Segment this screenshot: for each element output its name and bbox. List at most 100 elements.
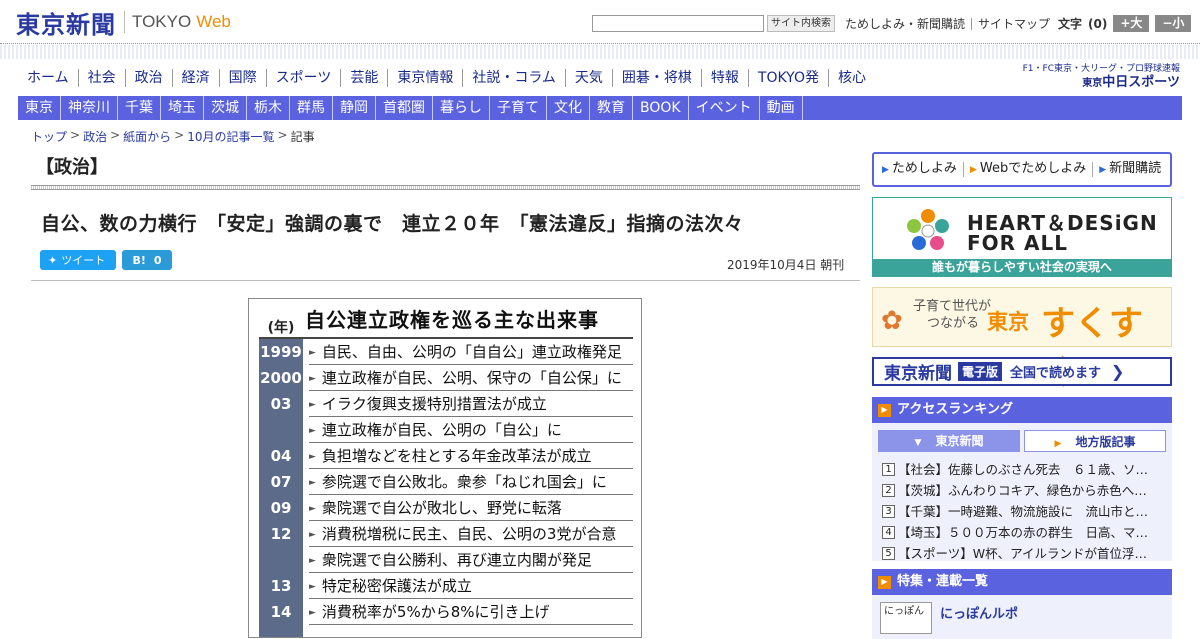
ranking-title: アクセスランキング (897, 402, 1013, 417)
subnav-saitama[interactable]: 埼玉 (161, 96, 204, 120)
logo-web: Web (196, 12, 231, 31)
nav-editorials[interactable]: 社説・コラム (462, 69, 565, 87)
ranking-item[interactable]: 3 【千葉】一時避難、物流施設に 流山市と… (882, 501, 1164, 522)
digital-edition-banner[interactable]: 東京新聞 電子版 全国で読めます ❯ (872, 357, 1172, 386)
site-logo[interactable]: 東京新聞 TOKYO Web (16, 8, 231, 39)
sitemap-link[interactable]: サイトマップ (971, 17, 1050, 30)
subnav-book[interactable]: BOOK (633, 96, 689, 120)
timeline-event: ► 自民、自由、公明の「自自公」連立政権発足 (309, 339, 633, 365)
nav-entertainment[interactable]: 芸能 (340, 69, 387, 87)
tab-tokyo-shimbun[interactable]: ▼ 東京新聞 (878, 430, 1020, 452)
timeline-event: ► 特定秘密保護法が成立 (309, 573, 633, 599)
feature-link[interactable]: にっぽんルポ (940, 603, 1018, 622)
digital-edition-badge: 電子版 (958, 362, 1003, 381)
timeline-year: 13 (270, 577, 292, 595)
triangle-right-icon: ▶ (969, 165, 977, 175)
regional-nav: 東京 神奈川 千葉 埼玉 茨城 栃木 群馬 静岡 首都圏 暮らし 子育て 文化 … (18, 96, 1182, 120)
text-enlarge-button[interactable]: +大 (1113, 15, 1150, 32)
heart-design-subtitle: FOR ALL (967, 231, 1068, 255)
arrow-right-icon: ► (309, 556, 316, 566)
ranking-item[interactable]: 2 【茨城】ふんわりコキア、緑色から赤色へ… (882, 480, 1164, 501)
site-header: 東京新聞 TOKYO Web サイト内検索 ためしよみ・新聞購読 サイトマップ … (0, 0, 1200, 44)
nav-tokyo-hatsu[interactable]: TOKYO発 (747, 69, 828, 87)
subnav-ibaraki[interactable]: 茨城 (204, 96, 247, 120)
trial-read-link[interactable]: ▶ ためしよみ (882, 162, 963, 177)
subnav-event[interactable]: イベント (689, 96, 760, 120)
hatena-bookmark-button[interactable]: B! 0 (122, 250, 172, 270)
subnav-chiba[interactable]: 千葉 (118, 96, 161, 120)
timeline-year (259, 547, 303, 573)
timeline-year: 12 (270, 525, 292, 543)
ranking-item[interactable]: 4 【埼玉】５００万本の赤の群生 日高、マ… (882, 522, 1164, 543)
nav-international[interactable]: 国際 (218, 69, 266, 87)
nav-sports[interactable]: スポーツ (265, 69, 341, 87)
breadcrumb-politics[interactable]: 政治 (83, 128, 107, 145)
subnav-bunka[interactable]: 文化 (547, 96, 590, 120)
subnav-tokyo[interactable]: 東京 (18, 96, 61, 120)
hatena-count: 0 (153, 253, 162, 267)
subscribe-link[interactable]: ためしよみ・新聞購読 (839, 18, 965, 30)
nav-economy[interactable]: 経済 (171, 69, 219, 87)
ranking-header: ▶ アクセスランキング (872, 397, 1172, 423)
heart-design-banner[interactable]: HEART＆DESiGN FOR ALL 誰もが暮らしやすい社会の実現へ (872, 197, 1172, 277)
tweet-button[interactable]: ✦ ツイート (40, 250, 116, 270)
subnav-gunma[interactable]: 群馬 (290, 96, 333, 120)
timeline-row: 14 ► 消費税率が5%から8%に引き上げ (259, 599, 633, 625)
subnav-kyoiku[interactable]: 教育 (590, 96, 633, 120)
text-shrink-button[interactable]: −小 (1155, 15, 1192, 32)
triangle-right-icon: ▶ (878, 403, 891, 417)
timeline-event-text: 連立政権が自民、公明、保守の「自公保」に (321, 369, 622, 387)
ranking-item[interactable]: 5 【スポーツ】W杯、アイルランドが首位浮… (882, 543, 1164, 564)
site-search-button[interactable]: サイト内検索 (767, 15, 835, 32)
breadcrumb-print[interactable]: 紙面から (123, 128, 171, 145)
subnav-kosodate[interactable]: 子育て (490, 96, 547, 120)
subnav-shutoken[interactable]: 首都圏 (376, 96, 433, 120)
timeline-event: ► 負担増などを柱とする年金改革法が成立 (309, 443, 633, 469)
subscription-links: ▶ ためしよみ ▶ Webでためしよみ ▶ 新聞購読 (872, 152, 1172, 187)
ranking-item-text: 【千葉】一時避難、物流施設に 流山市と… (898, 504, 1149, 519)
timeline-event-text: 衆院選で自公勝利、再び連立内閣が発足 (321, 551, 592, 569)
ranking-item[interactable]: 1 【社会】佐藤しのぶさん死去 ６１歳、ソ… (882, 459, 1164, 480)
sukusuku-banner[interactable]: ✿ 子育て世代が つながる 東京 すくすく (872, 287, 1172, 393)
subnav-kanagawa[interactable]: 神奈川 (61, 96, 118, 120)
breadcrumb-top[interactable]: トップ (31, 128, 67, 145)
timeline-event-text: 連立政権が自民、公明の「自公」に (321, 421, 562, 439)
ranking-item-text: 【茨城】ふんわりコキア、緑色から赤色へ… (898, 483, 1147, 498)
feature-title: 特集・連載一覧 (897, 574, 989, 589)
header-stripe (0, 45, 1200, 59)
timeline-event: ► 衆院選で自公勝利、再び連立内閣が発足 (309, 547, 633, 573)
triangle-right-icon: ▶ (878, 575, 891, 589)
nav-politics[interactable]: 政治 (124, 69, 172, 87)
nav-tokyo-info[interactable]: 東京情報 (387, 69, 462, 87)
subscribe-sidebar-link[interactable]: ▶ 新聞購読 (1092, 162, 1167, 177)
arrow-right-icon: ► (309, 530, 316, 540)
heart-design-caption: 誰もが暮らしやすい社会の実現へ (873, 259, 1171, 276)
nav-special-report[interactable]: 特報 (700, 69, 748, 87)
nav-society[interactable]: 社会 (77, 69, 125, 87)
nav-go-shogi[interactable]: 囲碁・将棋 (611, 69, 701, 87)
arrow-right-icon: ► (309, 374, 316, 384)
breadcrumb-separator: > (277, 128, 288, 142)
breadcrumb-october-list[interactable]: 10月の記事一覧 (187, 128, 274, 145)
subnav-video[interactable]: 動画 (760, 96, 803, 120)
digital-edition-text: 全国で読めます (1010, 366, 1102, 381)
tab-tokyo-shimbun-label: 東京新聞 (935, 434, 984, 448)
subnav-kurashi[interactable]: 暮らし (433, 96, 490, 120)
timeline-event: ► イラク復興支援特別措置法が成立 (309, 391, 633, 417)
web-trial-link[interactable]: ▶ Webでためしよみ (962, 162, 1092, 177)
subnav-tochigi[interactable]: 栃木 (247, 96, 290, 120)
site-search-input[interactable] (592, 15, 764, 32)
subnav-shizuoka[interactable]: 静岡 (333, 96, 376, 120)
logo-divider (124, 11, 125, 33)
timeline-year: 09 (270, 499, 292, 517)
twitter-bird-icon: ✦ (48, 253, 58, 267)
hatena-icon: B! (132, 253, 146, 267)
chunichi-sports-link[interactable]: F1・FC東京・大リーグ・プロ野球速報 東京中日スポーツ (1010, 64, 1180, 91)
tab-regional[interactable]: ▶ 地方版記事 (1024, 430, 1166, 452)
access-ranking: ▶ アクセスランキング ▼ 東京新聞 ▶ 地方版記事 1 【社会】佐藤しのぶさん死去 … (872, 397, 1172, 561)
nav-weather[interactable]: 天気 (564, 69, 612, 87)
nav-home[interactable]: ホーム (18, 69, 78, 87)
nav-kakushin[interactable]: 核心 (827, 69, 875, 87)
article-headline: 自公、数の力横行 「安定」強調の裏で 連立２０年 「憲法違反」指摘の法次々 (41, 213, 744, 235)
feature-thumbnail[interactable]: にっぽん (880, 602, 932, 634)
